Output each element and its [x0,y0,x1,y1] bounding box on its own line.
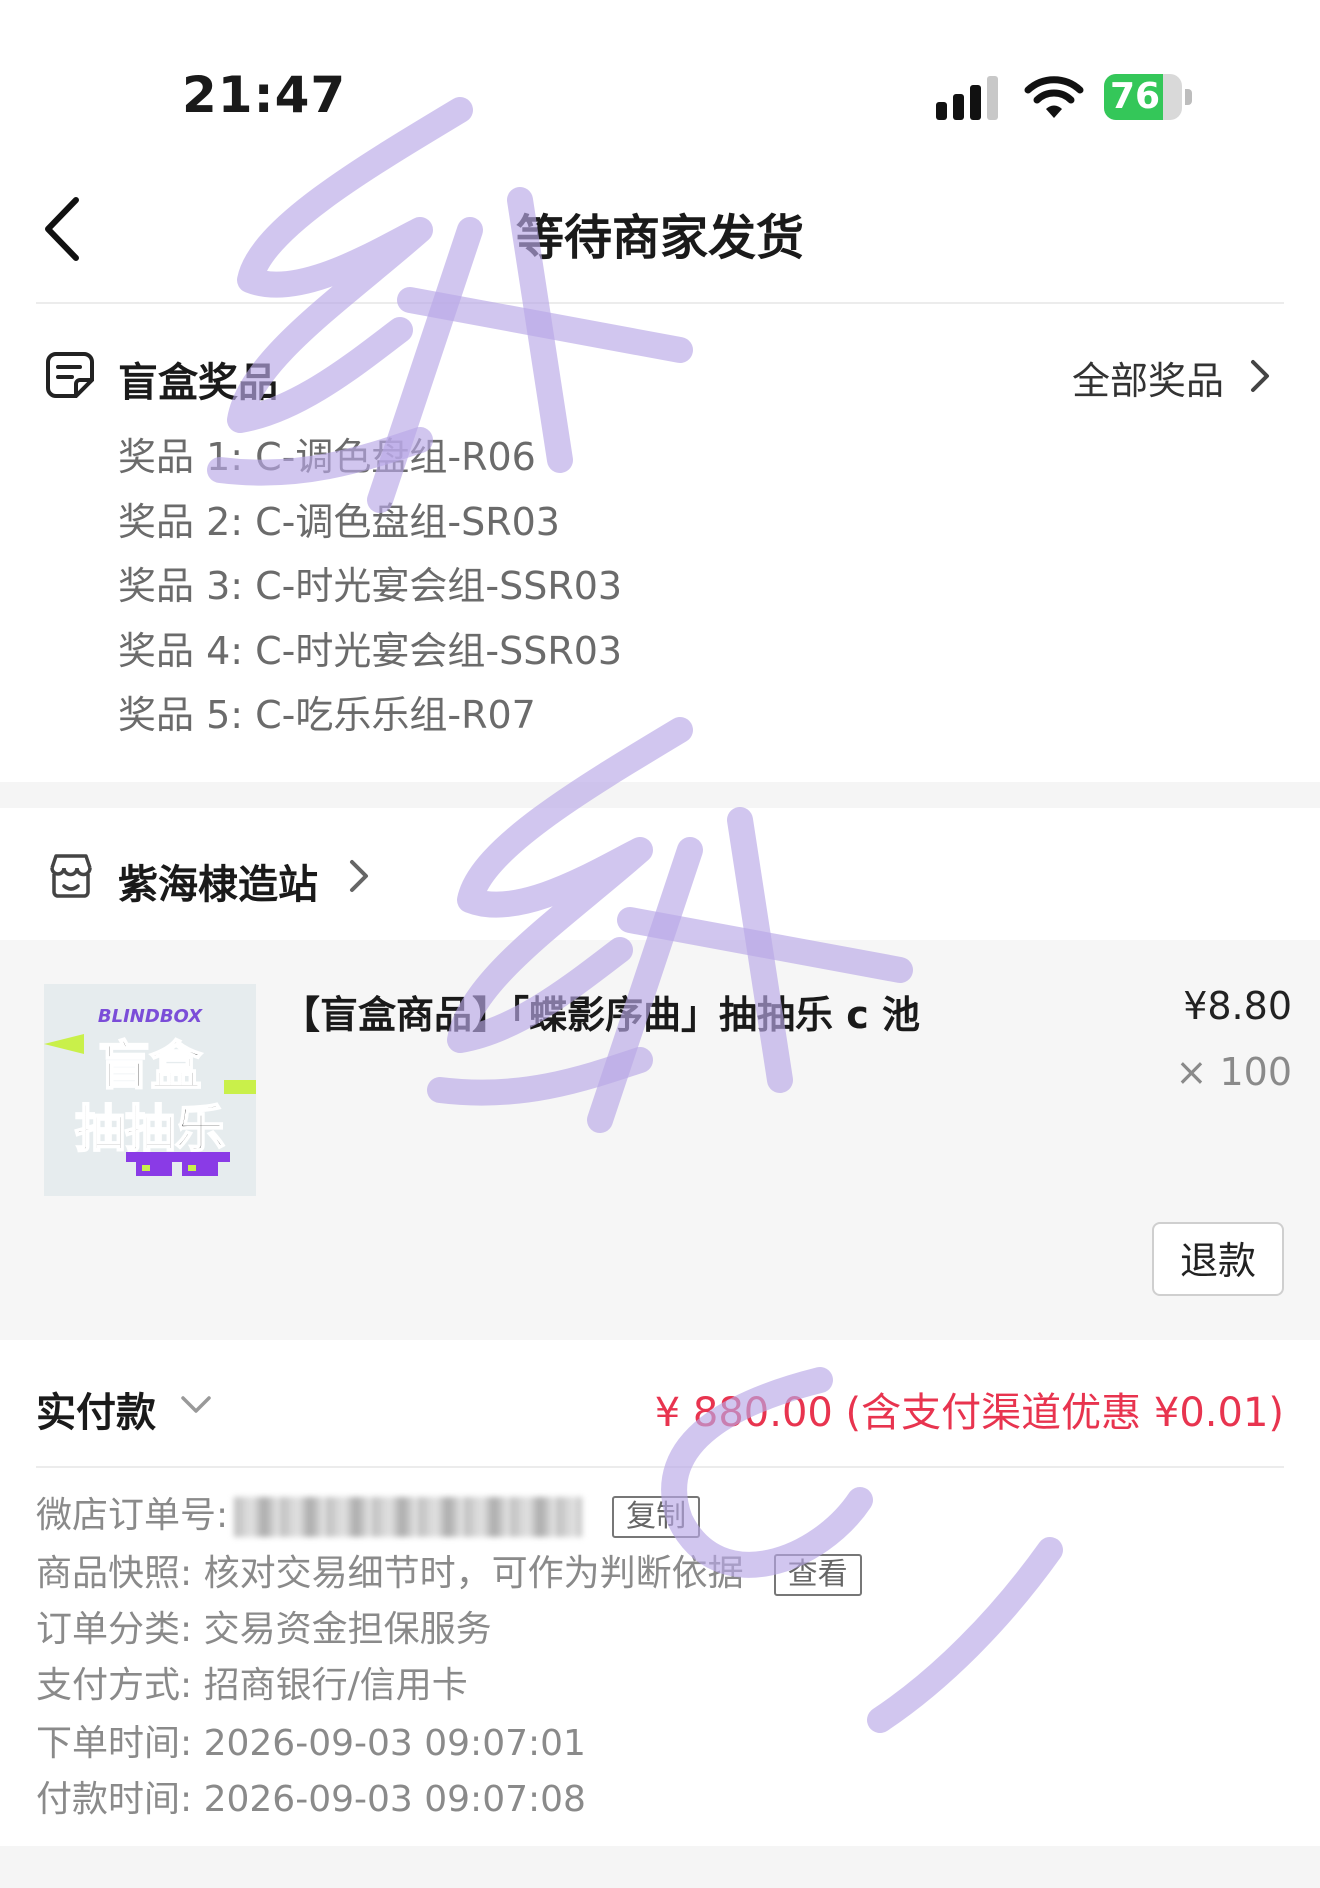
shop-icon [46,852,96,900]
paid-amount-label[interactable]: 实付款 [36,1380,156,1438]
snapshot-row: 商品快照: 核对交易细节时，可作为判断依据 查看 [36,1546,862,1602]
copy-button[interactable]: 复制 [612,1496,701,1538]
prize-list-icon [46,350,96,400]
battery-icon: 76 [1104,74,1192,120]
divider [36,302,1284,304]
cellular-signal-icon [936,76,1002,120]
pay-time-value: 2026-09-03 09:07:08 [203,1779,586,1820]
bottom-separator [0,1846,1320,1888]
category-row: 订单分类: 交易资金担保服务 [36,1602,492,1658]
prize-section-title: 盲盒奖品 [118,360,278,406]
chevron-right-icon[interactable] [1246,356,1274,396]
product-price: ¥8.80 [1183,984,1292,1028]
snapshot-text: 核对交易细节时，可作为判断依据 [203,1553,744,1594]
section-separator [0,782,1320,808]
prize-item: 奖品 5: C-吃乐乐组-R07 [118,693,536,737]
product-title[interactable]: 【盲盒商品】「蝶影序曲」抽抽乐 c 池 [282,984,920,1039]
pay-method-value: 招商银行/信用卡 [203,1665,468,1706]
divider [36,1466,1284,1468]
prize-list: 奖品 1: C-调色盘组-R06 奖品 2: C-调色盘组-SR03 奖品 3:… [118,432,622,755]
product-thumbnail[interactable]: BLINDBOX 盲盒 抽抽乐 [44,984,256,1196]
product-quantity: × 100 [1175,1050,1292,1094]
order-number-label: 微店订单号: [36,1495,229,1536]
pay-method-row: 支付方式: 招商银行/信用卡 [36,1658,468,1714]
order-time-label: 下单时间: [36,1723,193,1764]
prize-item: 奖品 4: C-时光宴会组-SSR03 [118,628,623,673]
status-time: 21:47 [182,66,347,124]
thumb-line1: 盲盒 [98,1037,203,1097]
order-time-value: 2026-09-03 09:07:01 [203,1723,586,1764]
wifi-icon [1024,76,1084,120]
page-title: 等待商家发货 [515,210,804,266]
pay-time-row: 付款时间: 2026-09-03 09:07:08 [36,1772,586,1828]
category-label: 订单分类: [36,1609,193,1650]
view-snapshot-button[interactable]: 查看 [773,1554,862,1596]
thumb-line2: 抽抽乐 [75,1100,225,1158]
refund-button[interactable]: 退款 [1152,1222,1284,1296]
paid-amount-value: ¥ 880.00 (含支付渠道优惠 ¥0.01) [654,1390,1284,1436]
chevron-down-icon[interactable] [178,1390,214,1418]
pay-time-label: 付款时间: [36,1779,193,1820]
category-value: 交易资金担保服务 [203,1609,492,1650]
prize-item: 奖品 1: C-调色盘组-R06 [118,435,536,479]
order-time-row: 下单时间: 2026-09-03 09:07:01 [36,1716,586,1772]
battery-level-text: 76 [1110,76,1161,117]
snapshot-label: 商品快照: [36,1553,193,1594]
pay-method-label: 支付方式: [36,1665,193,1706]
order-number-row: 微店订单号: 复制 [36,1488,701,1544]
prize-item: 奖品 2: C-调色盘组-SR03 [118,499,560,544]
redacted-order-number [234,1497,583,1537]
all-prizes-link[interactable]: 全部奖品 [1072,350,1224,405]
thumb-badge: BLINDBOX [98,1006,203,1027]
prize-item: 奖品 3: C-时光宴会组-SSR03 [118,564,623,608]
shop-name-link[interactable]: 紫海棣造站 [118,852,318,910]
chevron-right-icon[interactable] [346,856,372,896]
